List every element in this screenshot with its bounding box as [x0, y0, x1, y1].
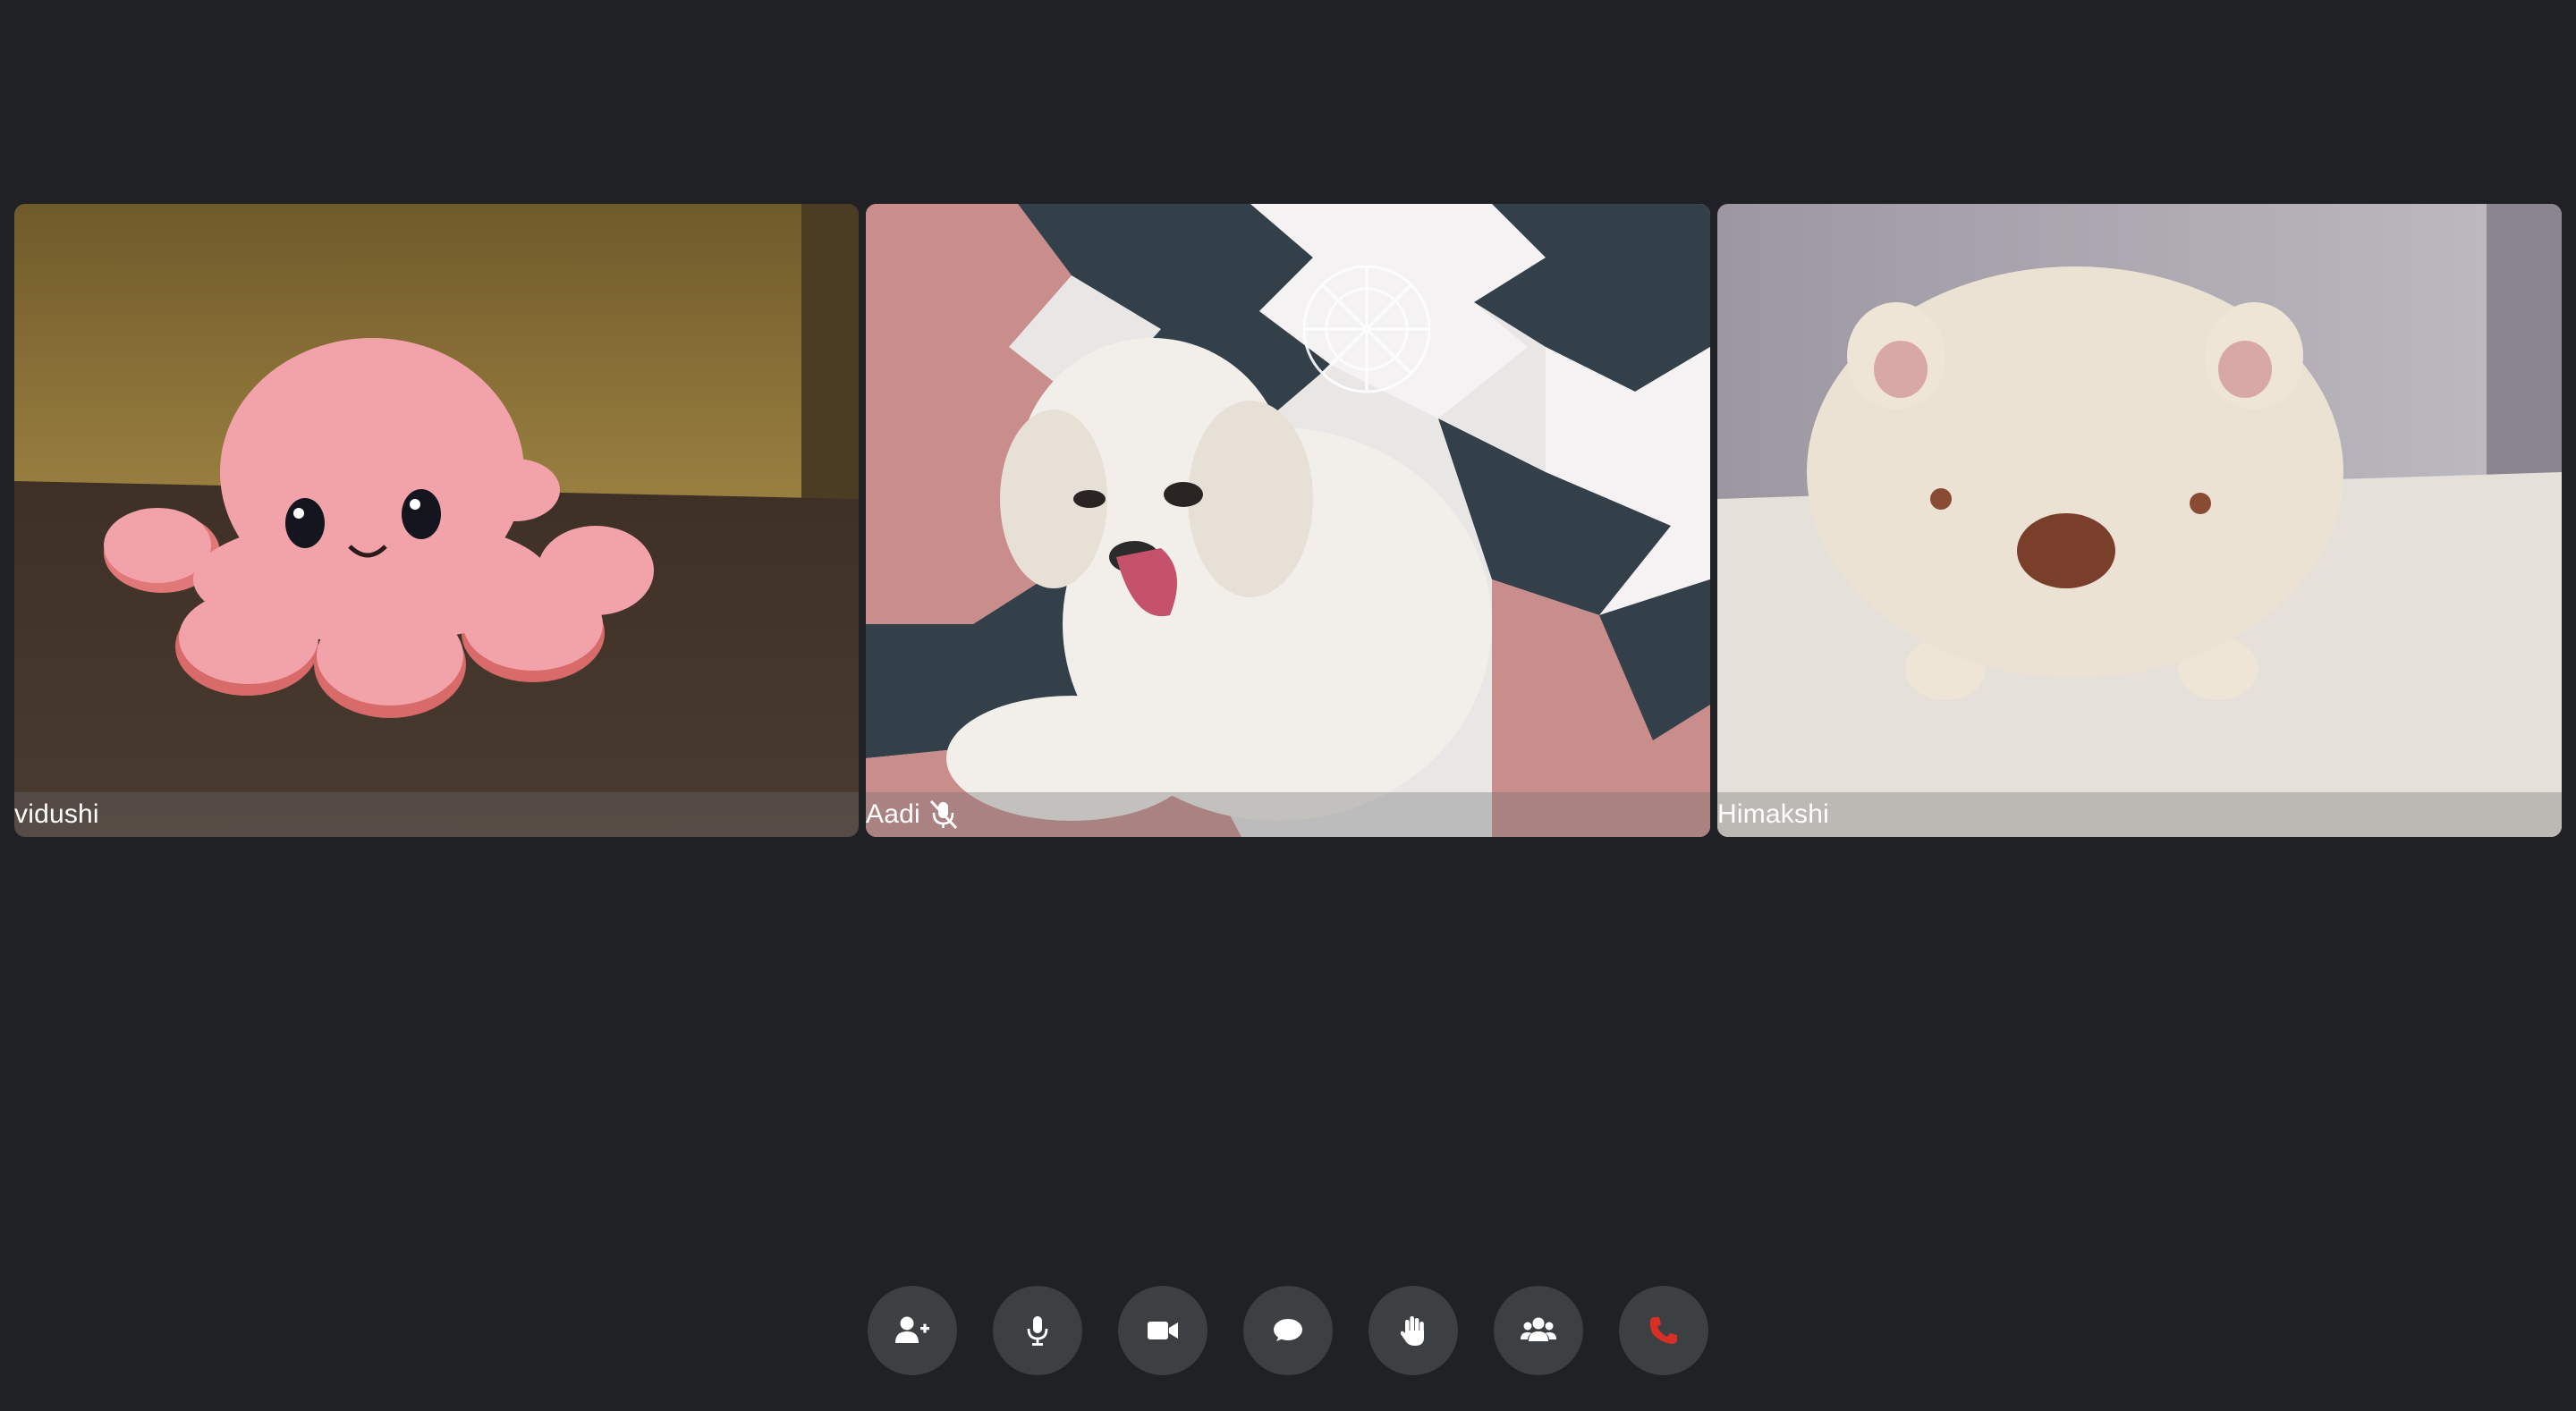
participants-icon	[1521, 1317, 1556, 1341]
call-controls-bar	[0, 1286, 2576, 1375]
raise-hand-icon	[1400, 1316, 1424, 1346]
video-feed-bear	[1717, 204, 2562, 837]
add-participant-button[interactable]	[868, 1286, 957, 1375]
video-grid: vidushi Aadi Himakshi	[14, 204, 2562, 837]
video-camera-icon	[1148, 1322, 1178, 1339]
participant-name: vidushi	[14, 799, 99, 829]
microphone-button[interactable]	[993, 1286, 1082, 1375]
end-call-button[interactable]	[1619, 1286, 1708, 1375]
microphone-icon	[1027, 1316, 1048, 1346]
video-feed-dog	[866, 204, 1710, 837]
participant-nameplate: Aadi	[866, 792, 1710, 837]
participant-tile-vidushi[interactable]: vidushi	[14, 204, 859, 837]
raise-hand-button[interactable]	[1368, 1286, 1458, 1375]
participant-name: Himakshi	[1717, 799, 1829, 829]
chat-button[interactable]	[1243, 1286, 1333, 1375]
participant-tile-himakshi[interactable]: Himakshi	[1717, 204, 2562, 837]
microphone-muted-icon	[929, 799, 957, 830]
end-call-icon	[1649, 1317, 1677, 1344]
participant-name: Aadi	[866, 799, 920, 829]
participant-tile-aadi[interactable]: Aadi	[866, 204, 1710, 837]
video-feed-octopus	[14, 204, 859, 837]
chat-bubble-icon	[1274, 1319, 1302, 1341]
add-person-icon	[895, 1316, 929, 1343]
participant-nameplate: vidushi	[14, 792, 859, 837]
camera-button[interactable]	[1118, 1286, 1208, 1375]
participant-nameplate: Himakshi	[1717, 792, 2562, 837]
participants-button[interactable]	[1494, 1286, 1583, 1375]
meeting-stage: vidushi Aadi Himakshi	[0, 0, 2576, 1411]
